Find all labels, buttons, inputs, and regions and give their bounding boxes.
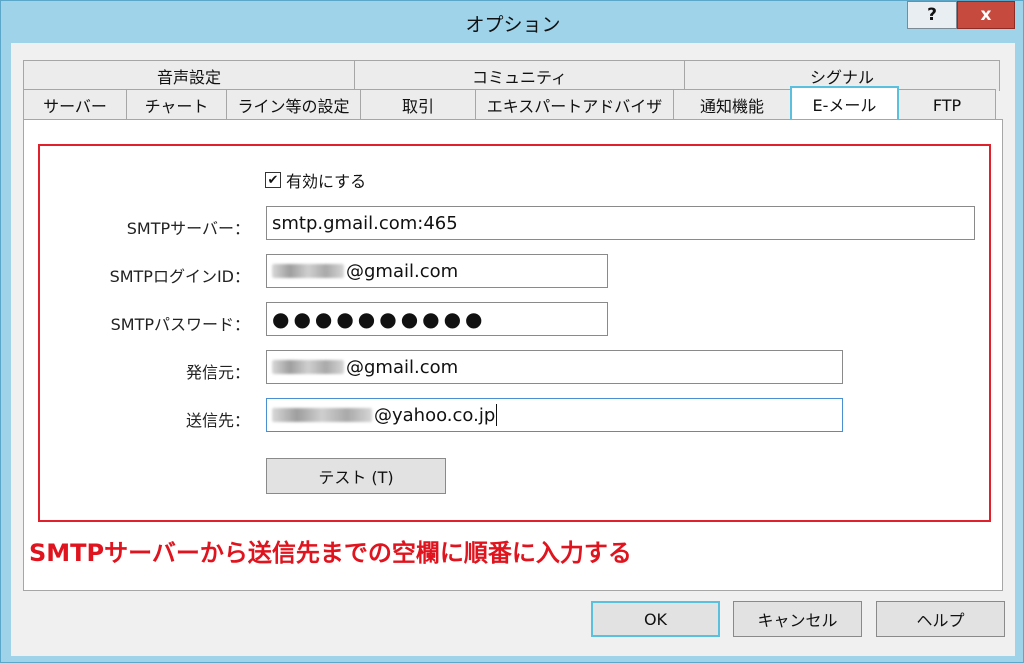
help-title-button[interactable]: ? bbox=[907, 1, 957, 29]
smtp-server-label: SMTPサーバー： bbox=[126, 219, 250, 238]
smtp-login-label: SMTPログインID： bbox=[109, 267, 250, 286]
to-input[interactable]: @yahoo.co.jp bbox=[266, 398, 843, 432]
help-button[interactable]: ヘルプ bbox=[876, 601, 1005, 637]
ok-button[interactable]: OK bbox=[591, 601, 720, 637]
to-label: 送信先： bbox=[185, 411, 250, 430]
tab-community[interactable]: コミュニティ bbox=[354, 60, 685, 91]
smtp-login-input[interactable]: @gmail.com bbox=[266, 254, 608, 288]
smtp-password-label: SMTPパスワード： bbox=[110, 315, 250, 334]
dialog-client-area: 音声設定 コミュニティ シグナル サーバー チャート ライン等の設定 取引 エキ… bbox=[11, 43, 1015, 656]
smtp-server-input[interactable]: smtp.gmail.com:465 bbox=[266, 206, 975, 240]
from-input[interactable]: @gmail.com bbox=[266, 350, 843, 384]
from-label: 発信元： bbox=[185, 363, 250, 382]
enable-label: 有効にする bbox=[286, 172, 367, 191]
tab-sound[interactable]: 音声設定 bbox=[23, 60, 355, 91]
test-button[interactable]: テスト (T) bbox=[266, 458, 446, 494]
from-value: @gmail.com bbox=[346, 356, 459, 378]
enable-checkbox[interactable]: ✔ bbox=[265, 172, 281, 188]
tab-charts[interactable]: チャート bbox=[126, 89, 227, 120]
tab-ftp[interactable]: FTP bbox=[898, 89, 996, 120]
options-dialog: オプション ? x 音声設定 コミュニティ シグナル サーバー チャート ライン… bbox=[0, 0, 1024, 663]
redacted-text bbox=[272, 408, 372, 422]
smtp-password-input[interactable]: ●●●●●●●●●● bbox=[266, 302, 608, 336]
tab-row-bottom: サーバー チャート ライン等の設定 取引 エキスパートアドバイザ 通知機能 E-… bbox=[23, 86, 996, 120]
redacted-text bbox=[272, 264, 344, 278]
tab-objects[interactable]: ライン等の設定 bbox=[226, 89, 361, 120]
to-value: @yahoo.co.jp bbox=[374, 404, 496, 426]
password-dots: ●●●●●●●●●● bbox=[272, 307, 487, 331]
title-bar[interactable]: オプション ? x bbox=[1, 1, 1024, 43]
text-caret bbox=[496, 404, 498, 426]
tab-email[interactable]: E-メール bbox=[790, 86, 899, 119]
cancel-button[interactable]: キャンセル bbox=[733, 601, 862, 637]
tab-notifications[interactable]: 通知機能 bbox=[673, 89, 791, 120]
window-title: オプション bbox=[465, 14, 561, 36]
tab-trade[interactable]: 取引 bbox=[360, 89, 476, 120]
checkmark-icon: ✔ bbox=[267, 172, 279, 188]
smtp-server-value: smtp.gmail.com:465 bbox=[272, 212, 458, 234]
close-button[interactable]: x bbox=[957, 1, 1015, 29]
smtp-login-value: @gmail.com bbox=[346, 260, 459, 282]
tab-server[interactable]: サーバー bbox=[23, 89, 127, 120]
email-settings-panel: ✔ 有効にする SMTPサーバー： smtp.gmail.com:465 SMT… bbox=[23, 119, 1003, 591]
redacted-text bbox=[272, 360, 344, 374]
tab-expert-advisors[interactable]: エキスパートアドバイザ bbox=[475, 89, 674, 120]
instruction-annotation: SMTPサーバーから送信先までの空欄に順番に入力する bbox=[29, 539, 632, 567]
enable-row[interactable]: ✔ 有効にする bbox=[265, 168, 366, 192]
